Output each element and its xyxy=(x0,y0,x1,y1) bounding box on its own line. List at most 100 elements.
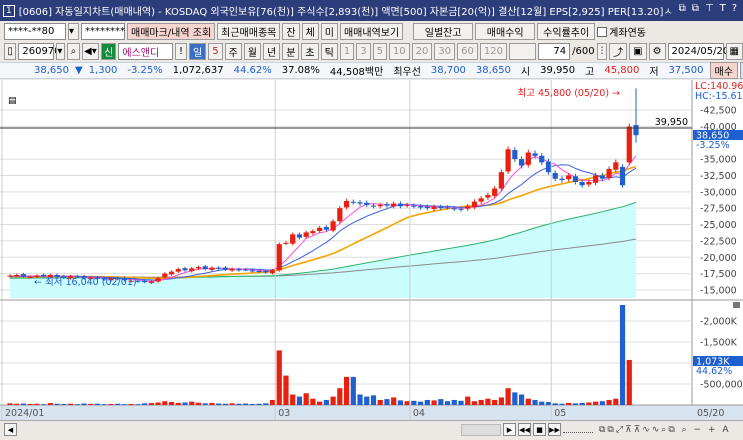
profit-trend-button[interactable]: 수익률추이 xyxy=(537,23,596,40)
password-input[interactable]: ******** xyxy=(81,23,125,40)
volume-bar xyxy=(108,403,114,405)
volume-bar xyxy=(532,399,538,405)
balance-button[interactable]: 잔 xyxy=(282,23,300,40)
account-dropdown[interactable]: ▾ xyxy=(68,23,79,40)
period-day-button[interactable]: 일 xyxy=(189,43,207,60)
interval-60[interactable]: 60 xyxy=(457,43,478,60)
account-input[interactable]: ****-**80 xyxy=(4,23,66,40)
rewind-button[interactable]: ◀◀ xyxy=(518,423,531,436)
interval-5[interactable]: 5 xyxy=(372,43,387,60)
zoom-slider[interactable] xyxy=(563,427,593,433)
period-tick[interactable]: 틱 xyxy=(320,43,338,60)
candle-body xyxy=(525,152,531,165)
calendar-icon[interactable]: ▦ xyxy=(725,43,743,60)
volume-bar xyxy=(330,396,336,405)
window-controls: ㅅ ⧉ ⧉ ⊤ T ? _ □ × xyxy=(663,3,743,18)
volume-bar xyxy=(572,403,579,405)
interval-1[interactable]: 1 xyxy=(339,43,355,60)
interval-120[interactable]: 120 xyxy=(479,43,507,60)
candle-settings-icon[interactable]: ⫶ xyxy=(596,43,608,60)
buy-button[interactable]: 매수 xyxy=(709,62,738,79)
volume-bar xyxy=(20,403,27,405)
candle-body xyxy=(148,281,154,283)
candle-body xyxy=(512,150,518,160)
forward-button[interactable]: ▶▶ xyxy=(548,423,561,436)
panel-close-icon[interactable] xyxy=(733,302,740,308)
mark-query-button[interactable]: 매매마크/내역 조회 xyxy=(127,23,216,40)
account-link-checkbox[interactable] xyxy=(597,26,608,37)
scroll-thumb[interactable] xyxy=(461,423,501,436)
interval-10[interactable]: 10 xyxy=(388,43,410,60)
count-input[interactable]: 74 xyxy=(537,43,571,60)
pin-icon[interactable]: ⊤ xyxy=(705,3,714,18)
volume-bar xyxy=(424,399,430,405)
period-year[interactable]: 년 xyxy=(263,43,281,60)
x-tick: 2024/01 xyxy=(5,408,44,419)
volume-bar xyxy=(465,396,471,405)
unfilled-button[interactable]: 미 xyxy=(320,23,338,40)
volume-bar xyxy=(391,397,397,405)
volume-bar xyxy=(317,401,323,405)
interval-3[interactable]: 3 xyxy=(356,43,371,60)
candle-body xyxy=(350,201,356,203)
panel-icon[interactable]: ▯ xyxy=(4,43,17,60)
help-icon[interactable]: ? xyxy=(732,3,737,18)
trade-profit-button[interactable]: 매매수익 xyxy=(475,23,536,40)
copy-icon[interactable]: ⧉ xyxy=(692,3,699,18)
price-change: 1,300 xyxy=(88,65,118,76)
stock-name: 에스앤디 xyxy=(118,43,173,60)
ctl-icon[interactable]: ㅅ xyxy=(663,3,672,18)
font-icon[interactable]: T xyxy=(720,3,726,18)
min-price-label: ← 최저 16,040 (02/01) xyxy=(34,277,137,288)
daily-balance-button[interactable]: 일별잔고 xyxy=(413,23,474,40)
candle-body xyxy=(229,269,235,271)
candle-body xyxy=(411,205,417,207)
custom-interval-select[interactable] xyxy=(508,43,536,60)
candle-body xyxy=(391,203,397,207)
date-input[interactable]: 2024/05/20 xyxy=(667,43,729,60)
period-month[interactable]: 월 xyxy=(243,43,261,60)
candle-body xyxy=(465,206,471,209)
volume-bar xyxy=(471,401,478,405)
volume-bar xyxy=(115,403,121,405)
play-button[interactable]: ▶ xyxy=(503,423,516,436)
stop-button[interactable]: ■ xyxy=(533,423,546,436)
search-icon[interactable]: ⌕ xyxy=(67,43,80,60)
stock-chart[interactable]: -42,500 -40,000 -35,000 -32,500 -30,000 -27,5… xyxy=(0,80,743,420)
candle-body xyxy=(7,275,13,277)
volume-bar xyxy=(357,394,363,405)
draw-tool-icon[interactable]: ⤴ xyxy=(609,43,628,60)
volume-bar xyxy=(47,403,53,405)
interval-20[interactable]: 20 xyxy=(411,43,433,60)
prev-close-label: 39,950 xyxy=(655,117,688,128)
recent-items-button[interactable]: 최근매매종목 xyxy=(217,23,281,40)
volume-bar xyxy=(397,400,404,405)
code-dropdown[interactable]: ▾ xyxy=(56,43,66,60)
chart-tools-icons[interactable]: ⧉⧉⤢⊼⊼∿∿⌕⧉ ⌕ − + A xyxy=(599,425,731,435)
candle-body xyxy=(296,234,303,238)
save-icon[interactable]: ▣ xyxy=(629,43,647,60)
bid-price: 38,650 xyxy=(475,65,511,76)
down-arrow-icon: ▼ xyxy=(75,65,83,76)
period-second[interactable]: 초 xyxy=(301,43,319,60)
alert-button[interactable]: ! xyxy=(175,43,188,60)
period-week[interactable]: 주 xyxy=(224,43,242,60)
scroll-left-button[interactable]: ◀ xyxy=(4,423,17,436)
history-button[interactable]: 매매내역보기 xyxy=(339,23,404,40)
candle-body xyxy=(370,205,377,207)
chart-scrollbar[interactable]: ◀ ▶ ◀◀ ■ ▶▶ ⧉⧉⤢⊼⊼∿∿⌕⧉ ⌕ − + A xyxy=(0,420,743,438)
chart-menu-icon[interactable]: ▤ xyxy=(8,96,17,106)
candle-body xyxy=(559,178,565,181)
stock-code-input[interactable]: 260970 xyxy=(18,43,61,60)
gear-icon[interactable]: ⚙ xyxy=(648,43,666,60)
period-minute[interactable]: 분 xyxy=(282,43,300,60)
stock-toolbar: ▯ 260970 ▾ ⌕ ◀▾ 신 에스앤디 ! 일 5 주 월 년 분 초 틱… xyxy=(0,42,743,61)
period-number-select[interactable]: 5 xyxy=(208,43,223,60)
filled-button[interactable]: 체 xyxy=(301,23,319,40)
current-price: 38,650 xyxy=(34,65,69,76)
volume-bar xyxy=(67,403,74,405)
price-tick: -20,000 xyxy=(700,253,737,264)
interval-30[interactable]: 30 xyxy=(434,43,456,60)
speaker-icon[interactable]: ◀▾ xyxy=(81,43,100,60)
link-icon[interactable]: ⧉ xyxy=(679,3,686,18)
